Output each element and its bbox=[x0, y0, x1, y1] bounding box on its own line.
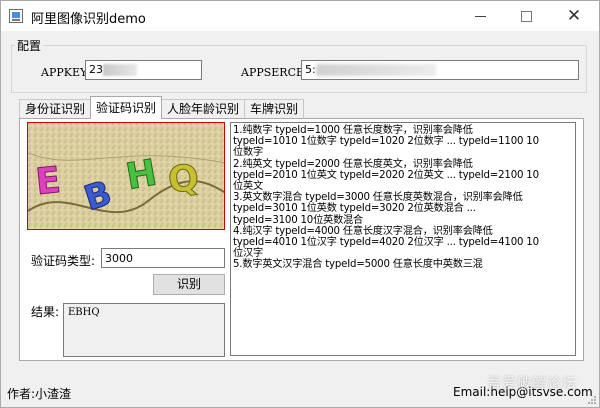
resize-grip-icon[interactable] bbox=[587, 395, 597, 405]
description-line: 2.纯英文 typeId=2000 任意长度英文，识别率会降低 bbox=[233, 158, 473, 170]
close-button[interactable]: ✕ bbox=[551, 1, 597, 31]
title-bar[interactable]: 阿里图像识别demo ✕ bbox=[1, 1, 599, 31]
appkey-label: APPKEY bbox=[41, 66, 88, 79]
description-line: 1.纯数字 typeId=1000 任意长度数字，识别率会降低 bbox=[233, 125, 473, 136]
tab-strip: 身份证识别 验证码识别 人脸年龄识别 车牌识别 bbox=[19, 96, 305, 119]
author-label: 作者:小渣渣 bbox=[7, 387, 72, 401]
captcha-letter-1: E bbox=[34, 160, 63, 203]
maximize-button[interactable] bbox=[503, 1, 549, 31]
result-label: 结果: bbox=[31, 305, 60, 319]
main-window: 阿里图像识别demo ✕ 配置 APPKEY 23 APPSERCET 5: 身… bbox=[0, 0, 600, 408]
appsercet-redaction bbox=[315, 64, 436, 76]
config-group-title: 配置 bbox=[15, 37, 44, 54]
type-input[interactable]: 3000 bbox=[101, 248, 225, 268]
tab-id-card[interactable]: 身份证识别 bbox=[19, 99, 92, 119]
close-icon: ✕ bbox=[566, 5, 582, 26]
tab-captcha[interactable]: 验证码识别 bbox=[90, 96, 163, 119]
tab-license-plate[interactable]: 车牌识别 bbox=[244, 99, 305, 119]
appsercet-input[interactable]: 5: bbox=[301, 60, 579, 80]
description-line: typeId=3010 1位英数 typeId=3020 2位英数混合 ... bbox=[233, 203, 476, 215]
description-line: 位英文 bbox=[233, 181, 263, 193]
description-line: 位数字 bbox=[233, 147, 263, 159]
maximize-icon bbox=[520, 10, 532, 22]
type-description-textarea[interactable]: 1.纯数字 typeId=1000 任意长度数字，识别率会降低 typeId=1… bbox=[230, 122, 576, 356]
captcha-graphic: E B H Q bbox=[28, 123, 224, 229]
minimize-button[interactable] bbox=[457, 1, 503, 31]
window-title: 阿里图像识别demo bbox=[31, 12, 146, 27]
tab-face-age[interactable]: 人脸年龄识别 bbox=[161, 99, 246, 119]
appkey-value: 23 bbox=[89, 63, 103, 76]
description-line: typeId=4010 1位汉字 typeId=4020 2位汉字 ... ty… bbox=[233, 237, 539, 249]
description-line: typeId=2010 1位英文 typeId=2020 2位英文 ... ty… bbox=[233, 169, 539, 181]
minimize-icon bbox=[474, 15, 486, 17]
recognize-button[interactable]: 识别 bbox=[153, 274, 225, 295]
description-line: 5.数字英文汉字混合 typeId=5000 任意长度中英数三混 bbox=[233, 259, 483, 271]
captcha-letter-4: Q bbox=[166, 157, 202, 202]
description-line: 4.纯汉字 typeId=4000 任意长度汉字混合，识别率会降低 bbox=[233, 225, 493, 237]
captcha-image: E B H Q bbox=[27, 122, 225, 230]
description-line: typeId=1010 1位数字 typeId=1020 2位数字 ... ty… bbox=[233, 136, 539, 148]
type-label: 验证码类型: bbox=[31, 254, 96, 268]
description-line: 3.英文数字混合 typeId=3000 任意长度英数混合，识别率会降低 bbox=[233, 192, 523, 204]
watermark: 吾爱破解论坛 bbox=[487, 376, 577, 392]
description-line: typeId=3100 10位英数混合 bbox=[233, 214, 364, 226]
appkey-redaction bbox=[103, 64, 137, 76]
description-line: 位汉字 bbox=[233, 248, 263, 260]
result-field[interactable]: EBHQ bbox=[63, 303, 225, 357]
appsercet-value: 5: bbox=[305, 63, 316, 76]
appkey-input[interactable]: 23 bbox=[85, 60, 202, 80]
app-icon bbox=[9, 9, 23, 23]
